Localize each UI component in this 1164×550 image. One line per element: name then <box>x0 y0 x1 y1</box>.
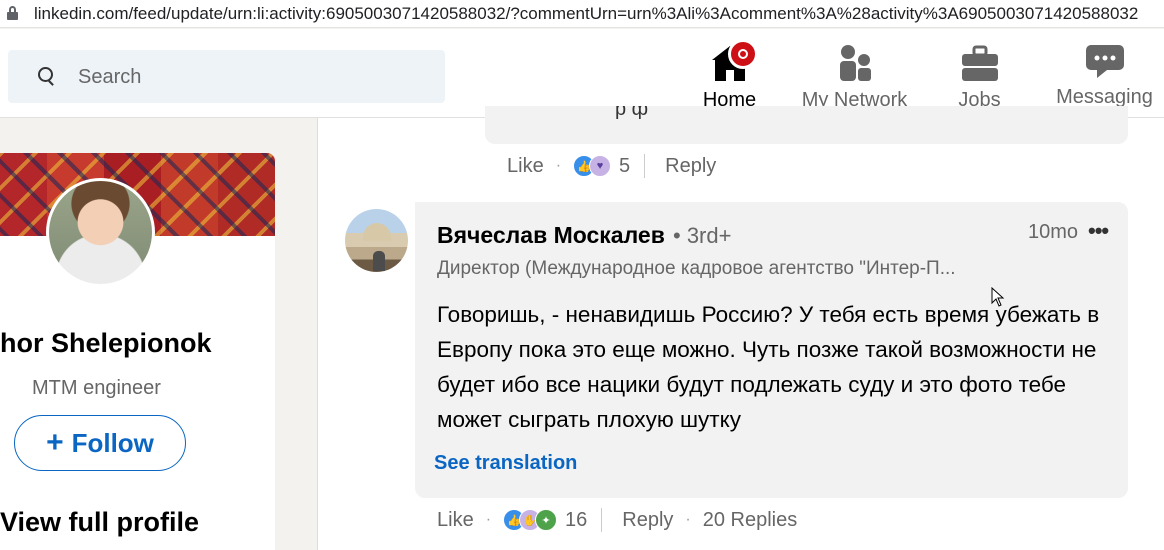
divider <box>601 508 603 532</box>
profile-avatar[interactable] <box>46 178 155 287</box>
nav-jobs[interactable]: Jobs <box>917 29 1042 118</box>
briefcase-icon <box>961 45 998 81</box>
reply-button[interactable]: Reply <box>622 509 673 532</box>
lock-icon[interactable] <box>7 6 18 20</box>
comment-bubble: Вячеслав Москалев • 3rd+ 10mo ••• Директ… <box>415 202 1128 498</box>
people-icon <box>839 45 871 81</box>
reaction-count[interactable]: 5 <box>619 155 630 178</box>
profile-name[interactable]: hor Shelepionok <box>0 328 212 359</box>
separator-dot: · <box>485 511 492 528</box>
replies-link[interactable]: 20 Replies <box>703 509 798 532</box>
separator-dot: · <box>685 511 691 528</box>
comment-text: Говоришь, - ненавидишь Россию? У тебя ес… <box>437 302 1100 432</box>
commenter-headline: Директор (Международное кадровое агентст… <box>437 258 956 279</box>
notification-badge <box>728 39 758 69</box>
more-options-icon[interactable]: ••• <box>1088 218 1109 244</box>
like-button[interactable]: Like <box>437 509 474 532</box>
reaction-count[interactable]: 16 <box>565 509 587 532</box>
comment-actions: Like · 👍 ✋ ✦ 16 Reply · 20 Replies <box>437 508 797 532</box>
mouse-cursor-icon <box>991 287 1005 307</box>
commenter-avatar[interactable] <box>345 209 408 272</box>
search-icon <box>38 67 56 86</box>
like-button[interactable]: Like <box>507 155 544 178</box>
nav-home[interactable]: Home <box>667 29 792 118</box>
profile-card: hor Shelepionok MTM engineer + Follow Vi… <box>0 153 275 550</box>
top-navigation: Search Home My Network Jobs Messaging <box>0 29 1164 118</box>
previous-comment-actions: Like · 👍 ♥ 5 Reply <box>507 154 716 178</box>
separator-dot: · <box>555 157 562 174</box>
insightful-reaction-icon: ✦ <box>535 509 558 531</box>
reactions-summary[interactable]: 👍 ♥ <box>573 155 612 177</box>
see-translation-link[interactable]: See translation <box>434 452 577 475</box>
profile-title: MTM engineer <box>32 377 161 399</box>
chat-icon <box>1085 45 1124 78</box>
nav-messaging[interactable]: Messaging <box>1042 29 1164 118</box>
plus-icon: + <box>46 426 64 459</box>
follow-button[interactable]: + Follow <box>14 415 186 471</box>
divider <box>644 154 646 178</box>
url-text[interactable]: linkedin.com/feed/update/urn:li:activity… <box>34 4 1138 24</box>
search-input[interactable]: Search <box>8 50 445 103</box>
follow-label: Follow <box>71 427 154 458</box>
search-placeholder: Search <box>78 66 142 88</box>
previous-comment-text: р ф <box>615 106 649 120</box>
comment-timestamp: 10mo <box>1028 221 1079 243</box>
view-full-profile-link[interactable]: View full profile <box>0 507 199 538</box>
commenter-name[interactable]: Вячеслав Москалев <box>437 222 665 249</box>
support-reaction-icon: ♥ <box>589 155 612 177</box>
reactions-summary[interactable]: 👍 ✋ ✦ <box>503 509 558 531</box>
nav-my-network[interactable]: My Network <box>792 29 917 118</box>
previous-comment-bubble: р ф <box>485 106 1128 144</box>
comments-section: р ф Like · 👍 ♥ 5 Reply Вячеслав Москалев… <box>317 106 1164 550</box>
reply-button[interactable]: Reply <box>665 155 716 178</box>
connection-degree: • 3rd+ <box>673 223 732 248</box>
browser-address-bar[interactable]: linkedin.com/feed/update/urn:li:activity… <box>0 0 1164 28</box>
